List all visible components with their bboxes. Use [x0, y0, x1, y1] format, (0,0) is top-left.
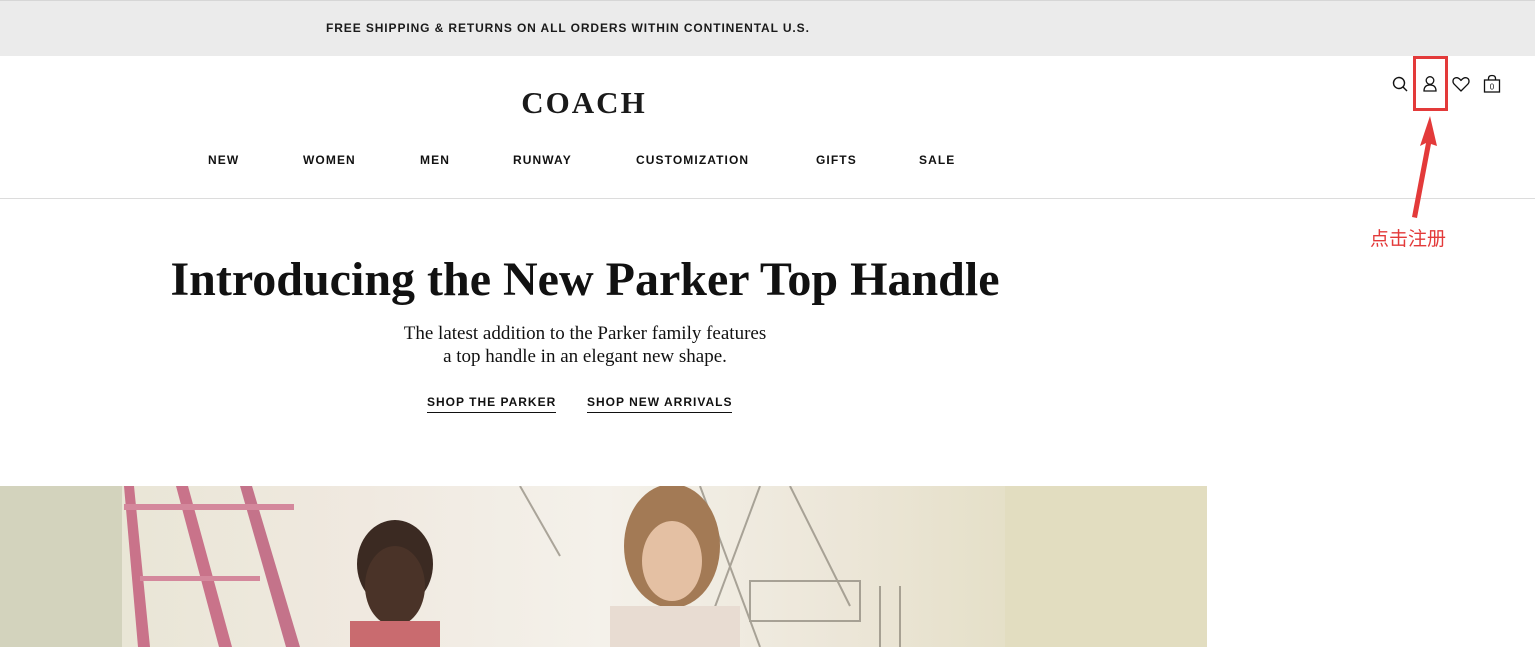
site-header: COACH NEW WOMEN MEN RUNWAY CUSTOMIZATION… — [0, 56, 1535, 199]
nav-item-women[interactable]: WOMEN — [303, 153, 356, 167]
nav-item-runway[interactable]: RUNWAY — [513, 153, 572, 167]
nav-item-customization[interactable]: CUSTOMIZATION — [636, 153, 749, 167]
brand-logo[interactable]: COACH — [474, 85, 694, 121]
nav-item-new[interactable]: NEW — [208, 153, 239, 167]
hero-title: Introducing the New Parker Top Handle — [170, 253, 1000, 306]
promo-bar: FREE SHIPPING & RETURNS ON ALL ORDERS WI… — [0, 0, 1535, 56]
nav-item-gifts[interactable]: GIFTS — [816, 153, 857, 167]
promo-text: FREE SHIPPING & RETURNS ON ALL ORDERS WI… — [326, 21, 810, 35]
nav-item-sale[interactable]: SALE — [919, 153, 955, 167]
hero-subtitle-line-1: The latest addition to the Parker family… — [403, 323, 767, 344]
shop-new-arrivals-link[interactable]: SHOP NEW ARRIVALS — [587, 395, 733, 413]
shopping-bag-icon[interactable]: 0 — [1480, 72, 1504, 96]
hero-image[interactable] — [0, 486, 1207, 647]
main-nav: NEW WOMEN MEN RUNWAY CUSTOMIZATION GIFTS… — [0, 153, 1535, 173]
annotation-highlight-box — [1413, 56, 1448, 111]
wishlist-heart-icon[interactable] — [1449, 72, 1473, 96]
annotation-label: 点击注册 — [1370, 228, 1447, 250]
hero-subtitle: The latest addition to the Parker family… — [0, 322, 1170, 368]
shop-the-parker-link[interactable]: SHOP THE PARKER — [427, 395, 557, 413]
nav-item-men[interactable]: MEN — [420, 153, 450, 167]
header-icons: 0 — [1386, 72, 1516, 96]
search-icon[interactable] — [1388, 72, 1412, 96]
hero-subtitle-line-2: a top handle in an elegant new shape. — [443, 346, 727, 367]
annotation-arrow — [1412, 116, 1437, 218]
hero-cta-row: SHOP THE PARKER SHOP NEW ARRIVALS — [0, 395, 1170, 415]
bag-count: 0 — [1490, 83, 1495, 92]
